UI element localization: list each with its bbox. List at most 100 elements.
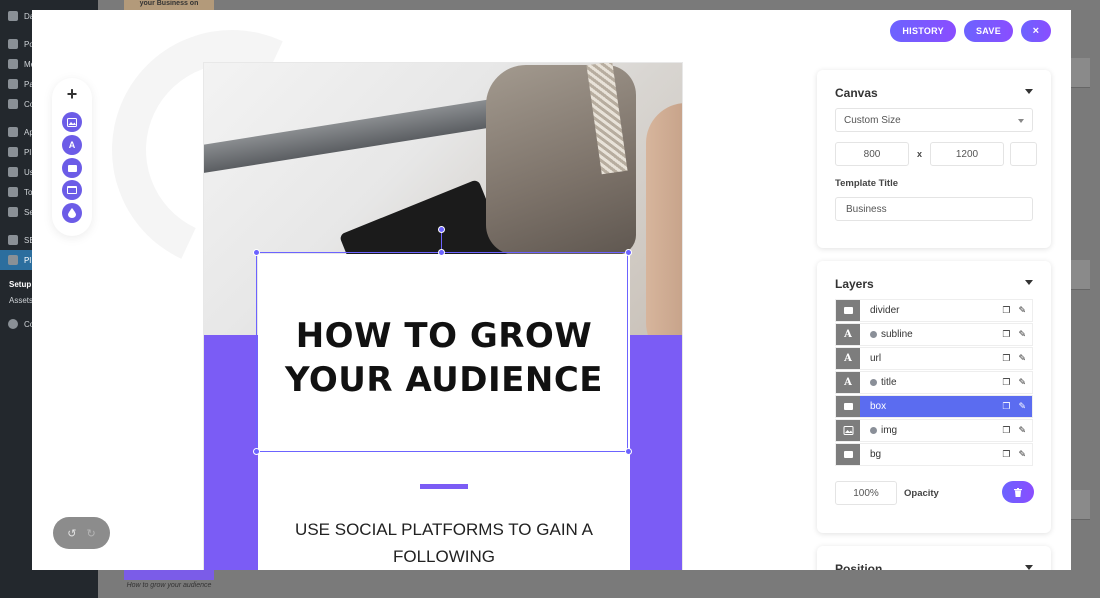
layer-name: img — [881, 425, 898, 436]
image-icon — [67, 117, 77, 127]
layer-name: url — [870, 353, 882, 364]
text-icon: A — [68, 140, 76, 150]
duplicate-icon[interactable]: ❐ — [1002, 425, 1010, 436]
settings-icon — [8, 207, 18, 217]
delete-layer-button[interactable] — [1002, 481, 1034, 503]
collapse-icon — [8, 319, 18, 329]
layer-title[interactable]: HOW TO GROW YOUR AUDIENCE — [258, 314, 630, 402]
layer-row-bg[interactable]: bg ❐ ✎ — [835, 443, 1033, 466]
position-panel: Position — [817, 546, 1051, 570]
duplicate-icon[interactable]: ❐ — [1002, 353, 1010, 364]
pin-icon — [8, 39, 18, 49]
headline-line-1: HOW TO GROW — [295, 316, 593, 356]
layer-divider[interactable] — [420, 484, 468, 489]
wp-bg-strip — [1071, 260, 1090, 290]
template-thumbnail-top[interactable]: your Business on — [124, 0, 214, 10]
rotate-handle[interactable] — [438, 226, 445, 233]
add-background-button[interactable] — [62, 180, 82, 200]
save-button[interactable]: SAVE — [963, 20, 1013, 42]
dashboard-icon — [8, 11, 18, 21]
photo-rail — [204, 96, 515, 174]
add-icon[interactable]: + — [64, 85, 80, 103]
edit-icon[interactable]: ✎ — [1018, 329, 1026, 340]
header-actions: HISTORY SAVE × — [890, 20, 1051, 42]
design-canvas[interactable]: HOW TO GROW YOUR AUDIENCE USE SOCIAL PLA… — [203, 62, 683, 570]
layer-row-box[interactable]: box ❐ ✎ — [835, 395, 1033, 418]
wp-menu-label: Pl — [24, 147, 32, 157]
trash-icon — [1014, 487, 1022, 497]
layer-name: divider — [870, 305, 900, 316]
add-color-button[interactable] — [62, 203, 82, 223]
rectangle-icon — [836, 396, 860, 417]
visibility-dot-icon[interactable] — [870, 379, 877, 386]
layer-row-title[interactable]: A title ❐ ✎ — [835, 371, 1033, 394]
resize-handle-sw[interactable] — [253, 448, 260, 455]
edit-icon[interactable]: ✎ — [1018, 401, 1026, 412]
edit-icon[interactable]: ✎ — [1018, 377, 1026, 388]
duplicate-icon[interactable]: ❐ — [1002, 329, 1010, 340]
redo-icon[interactable]: ↻ — [87, 527, 96, 540]
plugin-icon — [8, 147, 18, 157]
visibility-dot-icon[interactable] — [870, 331, 877, 338]
wp-menu-label: Pl — [24, 255, 32, 265]
image-icon — [836, 420, 860, 441]
wp-bg-strip — [1071, 490, 1090, 520]
duplicate-icon[interactable]: ❐ — [1002, 377, 1010, 388]
canvas-width-input[interactable]: 800 — [835, 142, 909, 166]
comment-icon — [8, 99, 18, 109]
canvas-size-value: Custom Size — [844, 114, 901, 126]
chevron-down-icon[interactable] — [1025, 280, 1033, 285]
add-shape-button[interactable] — [62, 158, 82, 178]
edit-icon[interactable]: ✎ — [1018, 353, 1026, 364]
duplicate-icon[interactable]: ❐ — [1002, 449, 1010, 460]
opacity-label: Opacity — [904, 488, 939, 499]
close-button[interactable]: × — [1021, 20, 1051, 42]
text-icon: A — [836, 324, 860, 345]
dimension-separator: x — [917, 149, 923, 159]
canvas-panel-title: Canvas — [835, 86, 878, 100]
resize-handle-nw[interactable] — [253, 249, 260, 256]
rectangle-icon — [836, 300, 860, 321]
template-title-label: Template Title — [835, 178, 898, 189]
template-thumbnail-bottom[interactable] — [124, 570, 214, 580]
headline-line-2: YOUR AUDIENCE — [284, 360, 604, 400]
resize-handle-ne[interactable] — [625, 249, 632, 256]
duplicate-icon[interactable]: ❐ — [1002, 305, 1010, 316]
duplicate-icon[interactable]: ❐ — [1002, 401, 1010, 412]
history-button[interactable]: HISTORY — [890, 20, 956, 42]
drop-icon — [68, 208, 76, 218]
add-text-button[interactable]: A — [62, 135, 82, 155]
layer-subline[interactable]: USE SOCIAL PLATFORMS TO GAIN A FOLLOWING — [288, 516, 600, 570]
template-title-input[interactable]: Business — [835, 197, 1033, 221]
layer-box[interactable]: HOW TO GROW YOUR AUDIENCE USE SOCIAL PLA… — [258, 254, 630, 570]
page-icon — [8, 79, 18, 89]
photo-shoulder — [646, 103, 682, 363]
undo-icon[interactable]: ↺ — [67, 527, 76, 540]
canvas-panel: Canvas Custom Size 800 x 1200 Template T… — [817, 70, 1051, 248]
chevron-down-icon[interactable] — [1025, 565, 1033, 570]
canvas-size-select[interactable]: Custom Size — [835, 108, 1033, 132]
media-icon — [8, 59, 18, 69]
image-icon — [8, 255, 18, 265]
layer-row-url[interactable]: A url ❐ ✎ — [835, 347, 1033, 370]
add-image-button[interactable] — [62, 112, 82, 132]
canvas-height-input[interactable]: 1200 — [930, 142, 1004, 166]
edit-icon[interactable]: ✎ — [1018, 425, 1026, 436]
layer-name: bg — [870, 449, 882, 460]
window-icon — [67, 186, 77, 194]
resize-handle-se[interactable] — [625, 448, 632, 455]
canvas-extra-input[interactable] — [1010, 142, 1037, 166]
visibility-dot-icon[interactable] — [870, 427, 877, 434]
chevron-down-icon[interactable] — [1025, 89, 1033, 94]
position-panel-title: Position — [835, 562, 883, 570]
template-thumbnail-caption: How to grow your audience — [126, 582, 212, 589]
layer-row-subline[interactable]: A subline ❐ ✎ — [835, 323, 1033, 346]
wrench-icon — [8, 187, 18, 197]
opacity-input[interactable]: 100% — [835, 481, 897, 505]
text-icon: A — [836, 372, 860, 393]
edit-icon[interactable]: ✎ — [1018, 305, 1026, 316]
resize-handle-n[interactable] — [438, 249, 445, 256]
edit-icon[interactable]: ✎ — [1018, 449, 1026, 460]
layer-row-divider[interactable]: divider ❐ ✎ — [835, 299, 1033, 322]
layer-row-img[interactable]: img ❐ ✎ — [835, 419, 1033, 442]
